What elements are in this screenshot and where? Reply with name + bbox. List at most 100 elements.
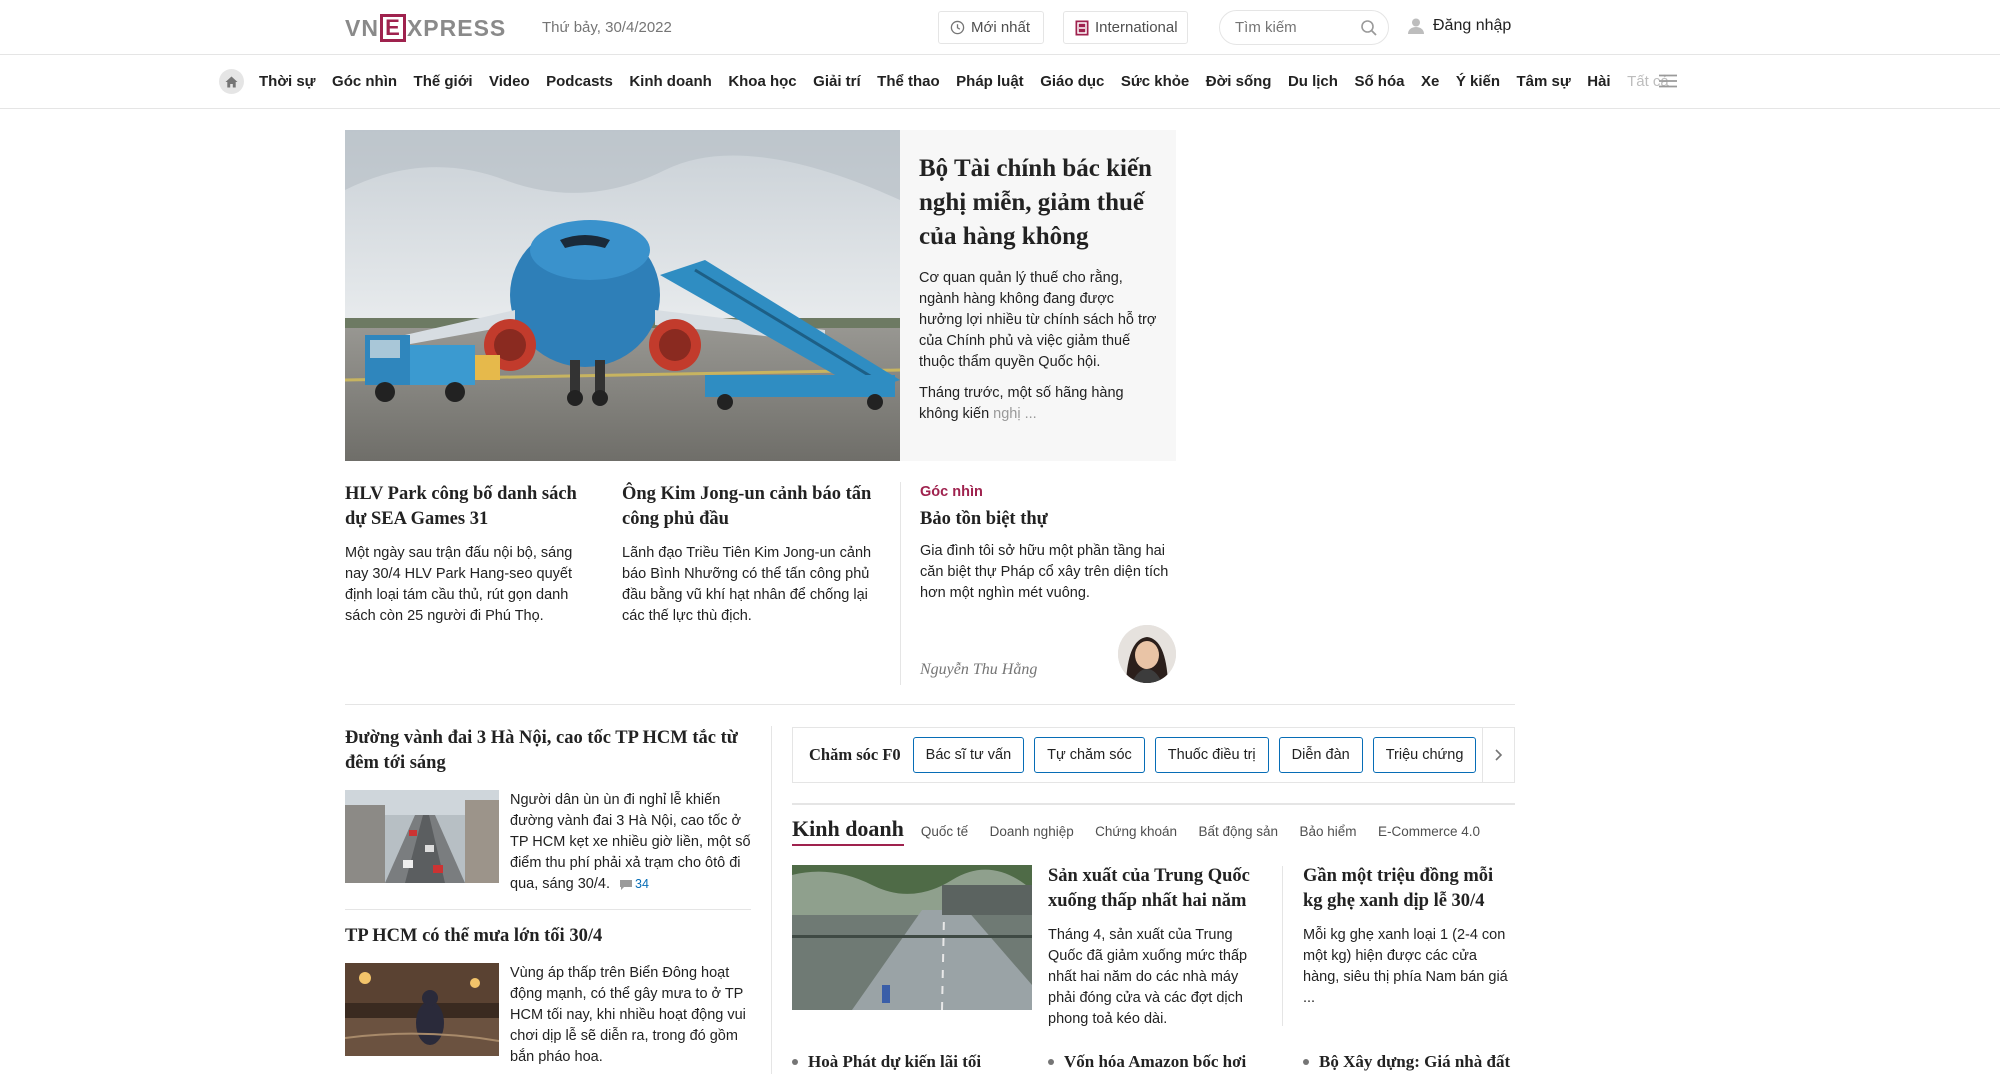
- f0-medicine-button[interactable]: Thuốc điều trị: [1154, 737, 1269, 773]
- news-thumbnail[interactable]: [345, 963, 499, 1056]
- business-header: Kinh doanh Quốc tế Doanh nghiệp Chứng kh…: [792, 816, 1497, 846]
- hero-desc2-fade: nghị ...: [993, 406, 1037, 422]
- bullet-link[interactable]: Hoà Phát dự kiến lãi tối: [792, 1052, 981, 1072]
- sub-article-title[interactable]: Ông Kim Jong-un cảnh báo tấn công phủ đầ…: [622, 482, 884, 532]
- list-item: TP HCM có thể mưa lớn tối 30/4 Vùng áp t…: [345, 924, 751, 1068]
- nav-item-thoi-su[interactable]: Thời sự: [259, 73, 316, 90]
- search-input[interactable]: [1235, 19, 1355, 36]
- news-desc: Vùng áp thấp trên Biển Đông hoạt động mạ…: [510, 965, 746, 1065]
- nav-item-the-thao[interactable]: Thể thao: [877, 73, 940, 90]
- nav-item-goc-nhin[interactable]: Góc nhìn: [332, 73, 397, 90]
- latest-news-button[interactable]: Mới nhất: [938, 11, 1044, 44]
- menu-icon[interactable]: [1659, 74, 1677, 93]
- goc-nhin-label[interactable]: Góc nhìn: [920, 484, 1176, 500]
- tab-bao-hiem[interactable]: Bảo hiểm: [1300, 824, 1357, 839]
- search-box[interactable]: [1219, 10, 1389, 45]
- goc-nhin-desc: Gia đình tôi sở hữu một phần tầng hai că…: [920, 543, 1169, 601]
- nav-item-podcasts[interactable]: Podcasts: [546, 73, 613, 90]
- comment-count[interactable]: 34: [614, 877, 649, 891]
- f0-symptoms-button[interactable]: Triệu chứng: [1372, 737, 1477, 773]
- top-bar: VN E XPRESS Thứ bảy, 30/4/2022 Mới nhất …: [0, 0, 2000, 55]
- hero-description-more: Tháng trước, một số hãng hàng không kiến…: [919, 383, 1157, 425]
- hero-title[interactable]: Bộ Tài chính bác kiến nghị miễn, giảm th…: [919, 152, 1157, 254]
- bullet-link-text: Bộ Xây dựng: Giá nhà đất: [1319, 1052, 1511, 1071]
- nav-item-giao-duc[interactable]: Giáo dục: [1040, 73, 1104, 90]
- nav-item-xe[interactable]: Xe: [1421, 73, 1439, 90]
- sub-article-desc: Lãnh đạo Triều Tiên Kim Jong-un cảnh báo…: [622, 545, 872, 624]
- nav-item-tam-su[interactable]: Tâm sự: [1517, 73, 1571, 90]
- section-line: [792, 803, 1515, 805]
- international-e-icon: [1075, 20, 1089, 36]
- news-title[interactable]: Đường vành đai 3 Hà Nội, cao tốc TP HCM …: [345, 726, 751, 776]
- f0-forum-button[interactable]: Diễn đàn: [1278, 737, 1363, 773]
- tab-ecommerce[interactable]: E-Commerce 4.0: [1378, 824, 1480, 839]
- nav-item-the-gioi[interactable]: Thế giới: [414, 73, 473, 90]
- tab-quoc-te[interactable]: Quốc tế: [921, 824, 968, 839]
- international-label: International: [1095, 19, 1178, 36]
- nav-item-hai[interactable]: Hài: [1587, 73, 1610, 90]
- business-article-title[interactable]: Gần một triệu đồng mỗi kg ghẹ xanh dịp l…: [1303, 864, 1515, 914]
- goc-nhin-title[interactable]: Bảo tồn biệt thự: [920, 507, 1176, 531]
- bullet-link[interactable]: Bộ Xây dựng: Giá nhà đất: [1303, 1052, 1510, 1072]
- sub-article: HLV Park công bố danh sách dự SEA Games …: [345, 482, 590, 627]
- goc-nhin-box: Góc nhìn Bảo tồn biệt thự Gia đình tôi s…: [900, 482, 1176, 685]
- news-title[interactable]: TP HCM có thể mưa lớn tối 30/4: [345, 924, 751, 949]
- section-divider: [345, 704, 1515, 705]
- news-thumbnail[interactable]: [345, 790, 499, 883]
- search-icon[interactable]: [1360, 19, 1378, 42]
- comment-count-value: 34: [635, 877, 649, 891]
- hero-text-box: Bộ Tài chính bác kiến nghị miễn, giảm th…: [900, 130, 1176, 461]
- nav-item-suc-khoe[interactable]: Sức khỏe: [1121, 73, 1189, 90]
- business-title[interactable]: Kinh doanh: [792, 816, 904, 846]
- nav-item-phap-luat[interactable]: Pháp luật: [956, 73, 1024, 90]
- logo-left: VN: [345, 14, 379, 41]
- main-nav: Thời sự Góc nhìn Thế giới Video Podcasts…: [0, 55, 2000, 109]
- tab-doanh-nghiep[interactable]: Doanh nghiệp: [990, 824, 1074, 839]
- nav-item-du-lich[interactable]: Du lịch: [1288, 73, 1338, 90]
- nav-item-y-kien[interactable]: Ý kiến: [1456, 73, 1500, 90]
- home-icon[interactable]: [219, 69, 244, 94]
- nav-item-khoa-hoc[interactable]: Khoa học: [728, 73, 796, 90]
- nav-items: Thời sự Góc nhìn Thế giới Video Podcasts…: [259, 73, 1677, 90]
- sub-article: Ông Kim Jong-un cảnh báo tấn công phủ đầ…: [622, 482, 884, 627]
- news-desc: Người dân ùn ùn đi nghỉ lễ khiến đường v…: [510, 790, 751, 895]
- f0-doctor-button[interactable]: Bác sĩ tư vấn: [912, 737, 1025, 773]
- business-article: Gần một triệu đồng mỗi kg ghẹ xanh dịp l…: [1303, 864, 1515, 1009]
- bullet-icon: [792, 1059, 798, 1065]
- business-tabs: Quốc tế Doanh nghiệp Chứng khoán Bất độn…: [921, 823, 1497, 841]
- business-article-desc: Tháng 4, sản xuất của Trung Quốc đã giảm…: [1048, 927, 1248, 1027]
- business-image[interactable]: [792, 865, 1032, 1010]
- tab-chung-khoan[interactable]: Chứng khoán: [1095, 824, 1177, 839]
- bullet-icon: [1303, 1059, 1309, 1065]
- bullet-link[interactable]: Vốn hóa Amazon bốc hơi: [1048, 1052, 1246, 1072]
- f0-label[interactable]: Chăm sóc F0: [809, 745, 901, 765]
- logo-e: E: [379, 14, 406, 42]
- tab-bat-dong-san[interactable]: Bất động sản: [1198, 824, 1278, 839]
- list-item: Đường vành đai 3 Hà Nội, cao tốc TP HCM …: [345, 726, 751, 895]
- chevron-right-icon[interactable]: [1482, 728, 1514, 782]
- hero-image[interactable]: [345, 130, 900, 461]
- hero-description: Cơ quan quản lý thuế cho rằng, ngành hàn…: [919, 270, 1157, 370]
- bullet-link-text: Vốn hóa Amazon bốc hơi: [1064, 1052, 1247, 1071]
- logo-right: XPRESS: [406, 14, 507, 41]
- sub-article-title[interactable]: HLV Park công bố danh sách dự SEA Games …: [345, 482, 590, 532]
- international-button[interactable]: International: [1063, 11, 1188, 44]
- bullet-icon: [1048, 1059, 1054, 1065]
- current-date: Thứ bảy, 30/4/2022: [542, 19, 672, 36]
- nav-item-video[interactable]: Video: [489, 73, 530, 90]
- nav-item-giai-tri[interactable]: Giải trí: [813, 73, 861, 90]
- author-avatar[interactable]: [1118, 625, 1176, 683]
- bullet-link-text: Hoà Phát dự kiến lãi tối: [808, 1052, 982, 1071]
- f0-selfcare-button[interactable]: Tự chăm sóc: [1034, 737, 1145, 773]
- login-button[interactable]: Đăng nhập: [1407, 17, 1511, 35]
- column-divider: [771, 726, 772, 1074]
- goc-nhin-author[interactable]: Nguyễn Thu Hằng: [920, 661, 1037, 679]
- business-article: Sản xuất của Trung Quốc xuống thấp nhất …: [1048, 864, 1262, 1030]
- nav-item-kinh-doanh[interactable]: Kinh doanh: [629, 73, 712, 90]
- clock-icon: [950, 20, 965, 35]
- vnexpress-logo[interactable]: VN E XPRESS: [345, 14, 507, 42]
- business-article-title[interactable]: Sản xuất của Trung Quốc xuống thấp nhất …: [1048, 864, 1262, 914]
- nav-item-so-hoa[interactable]: Số hóa: [1354, 73, 1404, 90]
- nav-item-doi-song[interactable]: Đời sống: [1206, 73, 1272, 90]
- f0-care-box: Chăm sóc F0 Bác sĩ tư vấn Tự chăm sóc Th…: [792, 727, 1515, 783]
